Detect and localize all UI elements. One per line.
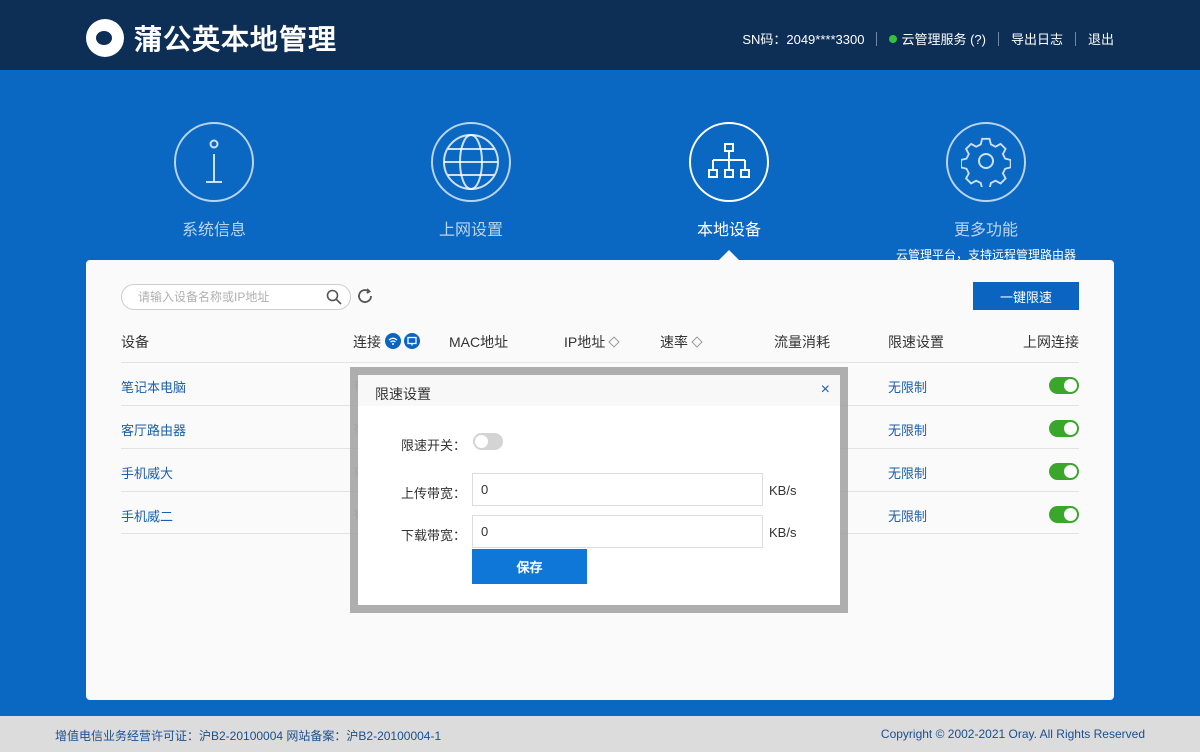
limit-switch-label: 限速开关： [401,438,467,453]
save-button[interactable]: 保存 [472,549,587,584]
divider [876,31,878,46]
license-text[interactable]: 增值电信业务经营许可证：沪B2-20100004 网站备案：沪B2-201000… [55,727,441,744]
search-icon[interactable] [326,289,342,308]
upload-unit: KB/s [769,483,797,498]
device-name[interactable]: 客厅路由器 [121,420,186,439]
divider [1074,31,1076,46]
brand-logo: 蒲公英本地管理 [86,18,337,58]
column-header-device: 设备 [121,334,149,350]
online-toggle[interactable] [1049,420,1079,437]
column-header-label: 连接 [353,334,381,350]
divider [997,31,999,46]
download-label: 下载带宽： [401,528,467,543]
nav-label: 上网设置 [438,222,503,239]
upload-label: 上传带宽： [401,486,467,501]
dialog-header: 限速设置 × [358,375,840,406]
sort-icon [691,336,703,348]
status-dot-icon [889,34,898,43]
nav-label: 系统信息 [181,222,246,239]
brand-title: 蒲公英本地管理 [134,24,338,55]
column-header-label: 速率 [660,334,688,350]
copyright-text: Copyright © 2002-2021 Oray. All Rights R… [880,727,1145,741]
export-log-link[interactable]: 导出日志 [1011,29,1063,48]
ethernet-icon [404,332,420,352]
dandelion-logo-icon [86,19,124,57]
nav-item-internet-settings[interactable]: 上网设置 [371,122,571,240]
gear-icon [946,122,1026,202]
globe-icon [431,122,511,202]
active-nav-pointer [719,250,739,260]
nav-item-local-devices[interactable]: 本地设备 [629,122,829,240]
sort-icon [608,336,620,348]
column-header-label: IP地址 [564,334,606,350]
search-input[interactable] [122,285,312,309]
column-header-ip[interactable]: IP地址 [564,332,620,352]
nav-label: 更多功能 [953,222,1018,239]
search-box [121,284,351,310]
limit-link[interactable]: 无限制 [888,420,927,439]
footer: 增值电信业务经营许可证：沪B2-20100004 网站备案：沪B2-201000… [0,716,1200,752]
device-name[interactable]: 手机威二 [121,506,173,525]
column-header-connection: 连接 [353,332,420,352]
nav-item-more-features[interactable]: 更多功能 云管理平台，支持远程管理路由器 [886,122,1086,263]
dialog-title: 限速设置 [375,386,431,402]
column-header-traffic: 流量消耗 [774,334,830,350]
device-name[interactable]: 笔记本电脑 [121,377,186,396]
speed-limit-dialog: 限速设置 × 限速开关： 上传带宽： KB/s 下载带宽： KB/s 保存 [358,375,840,605]
network-tree-icon [689,122,769,202]
limit-link[interactable]: 无限制 [888,463,927,482]
online-toggle[interactable] [1049,377,1079,394]
upload-bandwidth-input[interactable] [472,473,763,506]
one-click-limit-button[interactable]: 一键限速 [973,282,1079,310]
refresh-icon[interactable] [356,287,374,308]
top-header: 蒲公英本地管理 SN码：2049****3300 云管理服务 (?) 导出日志 … [0,0,1200,70]
logout-link[interactable]: 退出 [1088,29,1114,48]
limit-link[interactable]: 无限制 [888,506,927,525]
speed-limit-dialog-frame: 限速设置 × 限速开关： 上传带宽： KB/s 下载带宽： KB/s 保存 [350,367,848,613]
limit-switch[interactable] [473,433,503,450]
column-header-limit: 限速设置 [888,334,944,350]
header-actions: SN码：2049****3300 云管理服务 (?) 导出日志 退出 [742,29,1114,48]
device-name[interactable]: 手机威大 [121,463,173,482]
wifi-icon [385,332,401,352]
main-nav: 系统信息 上网设置 本地设备 更多功能 云管理平台，支持远程管理路由器 [0,70,1200,263]
download-bandwidth-input[interactable] [472,515,763,548]
close-icon[interactable]: × [821,381,830,399]
column-header-rate[interactable]: 速率 [660,332,703,352]
cloud-service-link[interactable]: 云管理服务 (?) [901,29,986,48]
online-toggle[interactable] [1049,463,1079,480]
nav-item-system-info[interactable]: 系统信息 [114,122,314,240]
download-unit: KB/s [769,525,797,540]
limit-link[interactable]: 无限制 [888,377,927,396]
column-header-mac: MAC地址 [449,334,509,350]
online-toggle[interactable] [1049,506,1079,523]
info-icon [174,122,254,202]
nav-label: 本地设备 [696,222,761,239]
column-header-online: 上网连接 [1023,334,1079,350]
serial-number: SN码：2049****3300 [742,32,865,47]
